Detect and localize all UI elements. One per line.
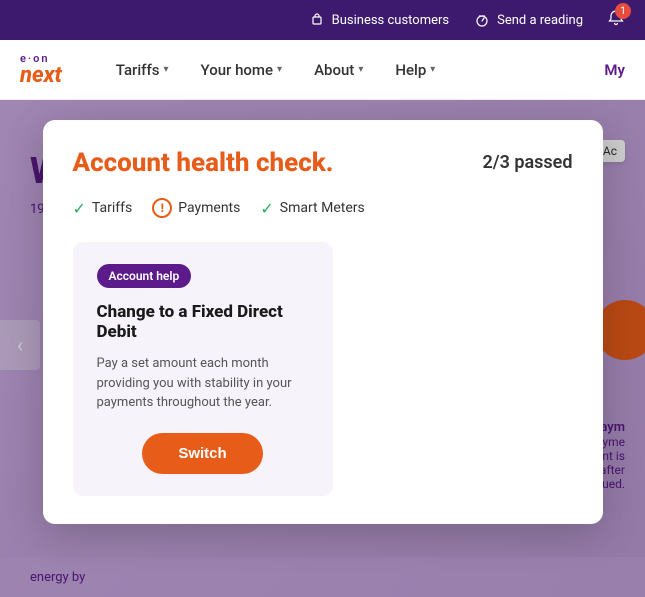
check-ok-icon-tariffs: ✓ — [73, 199, 86, 218]
inner-card: Account help Change to a Fixed Direct De… — [73, 242, 333, 496]
check-label-smart-meters: Smart Meters — [280, 200, 365, 216]
check-warn-icon-payments: ! — [152, 198, 172, 218]
about-chevron-icon: ▾ — [358, 64, 363, 75]
help-label: Help — [395, 61, 426, 79]
nav-item-tariffs[interactable]: Tariffs ▾ — [102, 53, 183, 87]
check-item-smart-meters: ✓ Smart Meters — [260, 199, 364, 218]
main-nav: e·on next Tariffs ▾ Your home ▾ About ▾ … — [0, 40, 645, 100]
your-home-chevron-icon: ▾ — [277, 64, 282, 75]
inner-card-desc: Pay a set amount each month providing yo… — [97, 354, 309, 413]
notification-link[interactable]: 1 — [607, 9, 625, 31]
account-help-badge: Account help — [97, 264, 192, 288]
logo[interactable]: e·on next — [20, 52, 62, 87]
meter-icon — [473, 11, 491, 29]
logo-next: next — [20, 65, 62, 87]
nav-item-my[interactable]: My — [604, 61, 625, 79]
check-label-payments: Payments — [178, 200, 240, 216]
inner-card-title: Change to a Fixed Direct Debit — [97, 302, 309, 342]
check-ok-icon-smart-meters: ✓ — [260, 199, 273, 218]
check-label-tariffs: Tariffs — [92, 200, 132, 216]
briefcase-icon — [308, 11, 326, 29]
top-bar: Business customers Send a reading 1 — [0, 0, 645, 40]
help-chevron-icon: ▾ — [430, 64, 435, 75]
notification-badge: 1 — [615, 3, 631, 19]
business-customers-label: Business customers — [332, 13, 449, 28]
business-customers-link[interactable]: Business customers — [308, 11, 449, 29]
tariffs-label: Tariffs — [116, 61, 160, 79]
modal-passed: 2/3 passed — [482, 152, 572, 173]
check-item-payments: ! Payments — [152, 198, 240, 218]
nav-item-about[interactable]: About ▾ — [300, 53, 377, 87]
about-label: About — [314, 61, 354, 79]
modal-card: Account health check. 2/3 passed ✓ Tarif… — [43, 120, 603, 524]
nav-items: Tariffs ▾ Your home ▾ About ▾ Help ▾ — [102, 53, 605, 87]
send-reading-label: Send a reading — [497, 13, 583, 28]
your-home-label: Your home — [201, 61, 274, 79]
modal-title: Account health check. — [73, 148, 334, 178]
tariffs-chevron-icon: ▾ — [163, 64, 168, 75]
check-item-tariffs: ✓ Tariffs — [73, 199, 133, 218]
check-items: ✓ Tariffs ! Payments ✓ Smart Meters — [73, 198, 573, 218]
nav-item-help[interactable]: Help ▾ — [381, 53, 449, 87]
send-reading-link[interactable]: Send a reading — [473, 11, 583, 29]
modal-header: Account health check. 2/3 passed — [73, 148, 573, 178]
switch-button[interactable]: Switch — [142, 433, 262, 474]
modal-overlay: Account health check. 2/3 passed ✓ Tarif… — [0, 100, 645, 597]
nav-item-your-home[interactable]: Your home ▾ — [187, 53, 297, 87]
